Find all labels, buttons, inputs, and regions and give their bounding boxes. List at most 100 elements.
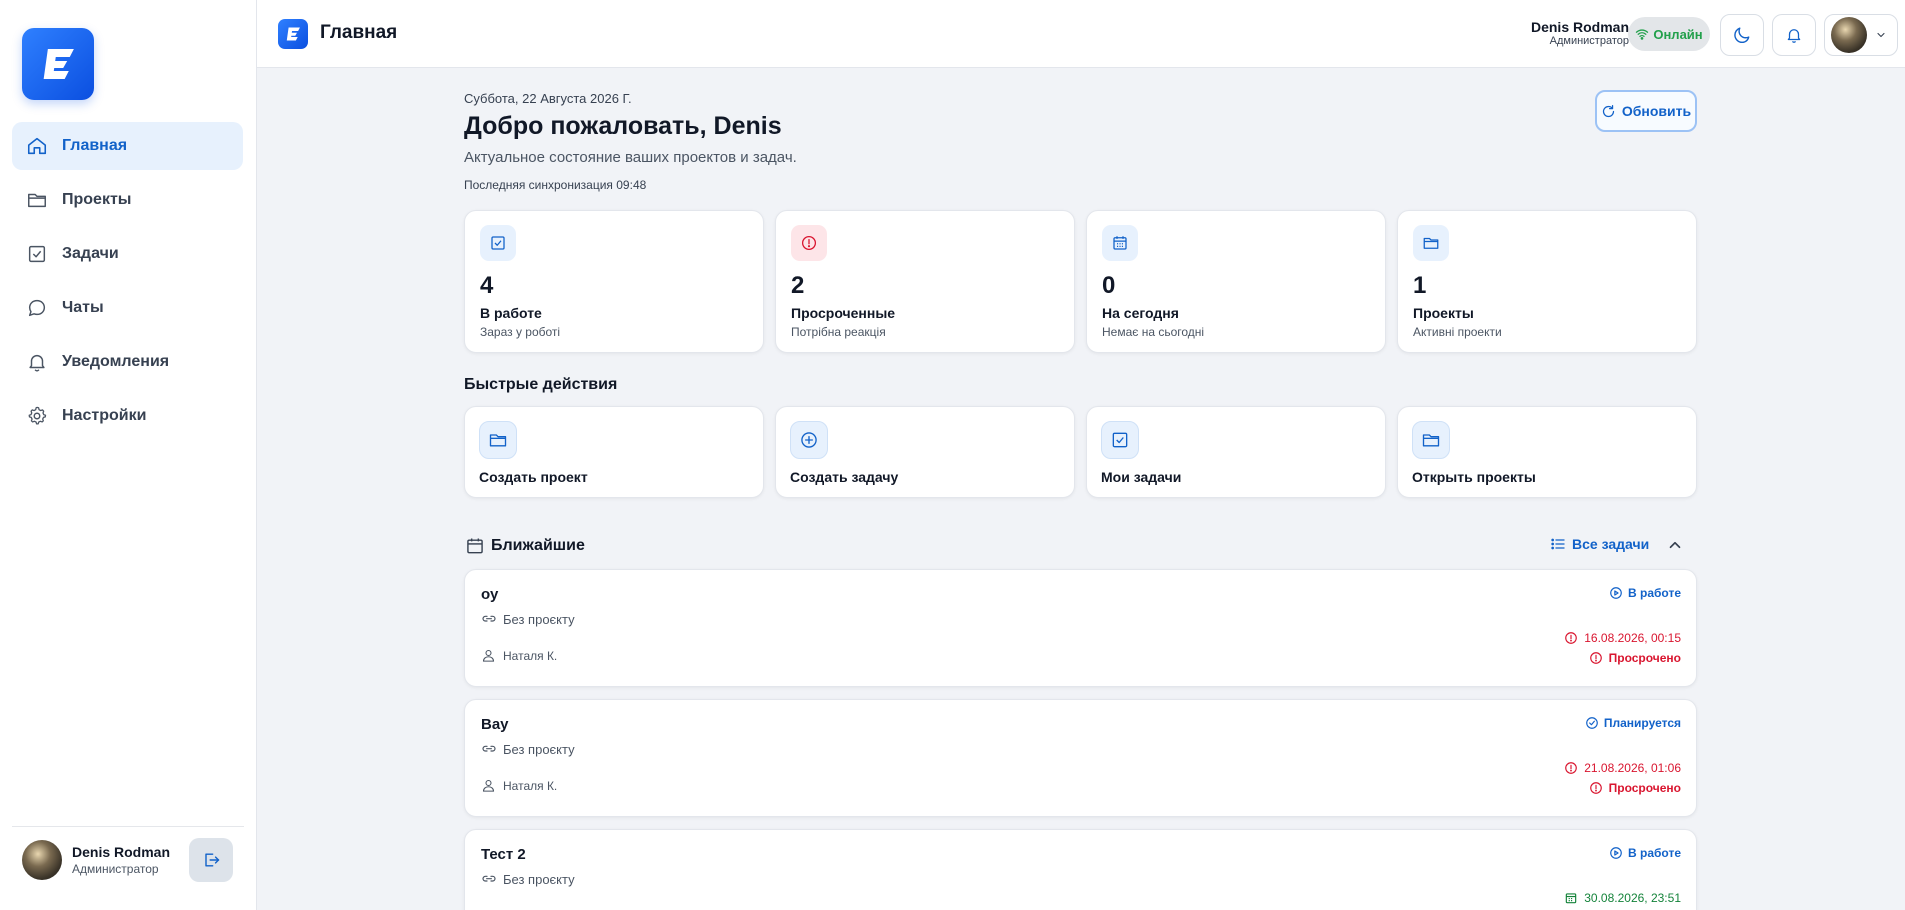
create-project-button[interactable]: Создать проект: [464, 406, 764, 498]
page-title: Главная: [320, 22, 398, 43]
task-due-date: 16.08.2026, 00:15: [1564, 631, 1681, 645]
folder-icon: [1423, 237, 1439, 249]
stat-card-in-progress[interactable]: 4 В работе Зараз у роботі: [464, 210, 764, 353]
user-role: Администратор: [1549, 35, 1629, 47]
calendar-icon: [1113, 236, 1127, 250]
action-label: Открыть проекты: [1412, 469, 1536, 485]
link-icon: [482, 615, 496, 622]
task-assignee: Наталя К.: [481, 648, 557, 663]
task-project: Без проєкту: [481, 611, 575, 627]
action-icon-wrap: [1412, 421, 1450, 459]
stat-icon-wrap: [791, 225, 827, 261]
sidebar-divider: [12, 826, 244, 827]
task-project-label: Без проєкту: [503, 611, 575, 627]
create-task-button[interactable]: Создать задачу: [775, 406, 1075, 498]
sidebar-item-chats[interactable]: Чаты: [12, 284, 243, 332]
sidebar-item-label: Настройки: [62, 407, 147, 424]
stat-label: На сегодня: [1102, 305, 1179, 321]
task-assignee-name: Наталя К.: [503, 648, 558, 663]
stat-card-projects[interactable]: 1 Проекты Активні проекти: [1397, 210, 1697, 353]
task-status-label: В работе: [1628, 846, 1681, 860]
task-assignee-name: Наталя К.: [503, 778, 558, 793]
task-project-label: Без проєкту: [503, 871, 575, 887]
checkbox-icon: [1112, 432, 1128, 448]
sidebar-user[interactable]: Denis Rodman Администратор: [22, 840, 170, 880]
sidebar-item-label: Главная: [62, 137, 128, 154]
notifications-button[interactable]: [1772, 14, 1816, 56]
stat-icon-wrap: [1102, 225, 1138, 261]
action-icon-wrap: [790, 421, 828, 459]
sidebar-item-label: Проекты: [62, 191, 132, 208]
theme-toggle-button[interactable]: [1720, 14, 1764, 56]
refresh-button[interactable]: Обновить: [1595, 90, 1697, 132]
action-label: Создать задачу: [790, 469, 899, 485]
sidebar-item-notifications[interactable]: Уведомления: [12, 338, 243, 386]
stat-label: Проекты: [1413, 305, 1474, 321]
task-status-label: В работе: [1628, 586, 1681, 600]
stat-icon-wrap: [1413, 225, 1449, 261]
online-status-badge: Онлайн: [1628, 17, 1710, 51]
user-menu-button[interactable]: [1824, 14, 1898, 56]
my-tasks-button[interactable]: Мои задачи: [1086, 406, 1386, 498]
user-name: Denis Rodman: [72, 844, 171, 860]
alert-icon: [1589, 782, 1602, 794]
stat-value: 2: [791, 272, 805, 299]
action-icon-wrap: [479, 421, 517, 459]
check-circle-icon: [1586, 717, 1598, 729]
task-overdue-label: Просрочено: [1608, 651, 1681, 665]
current-date: Суббота, 22 Августа 2026 Г.: [464, 91, 632, 106]
task-card[interactable]: Вау Без проєкту Наталя К. Планируется 21…: [464, 699, 1697, 817]
all-tasks-link[interactable]: Все задачи: [1550, 536, 1649, 552]
stat-subtext: Немає на сьогодні: [1102, 325, 1205, 339]
sidebar-item-label: Уведомления: [62, 353, 170, 370]
sidebar-item-home[interactable]: Главная: [12, 122, 243, 170]
user-icon: [482, 649, 495, 662]
quick-actions-title: Быстрые действия: [464, 376, 618, 393]
user-icon: [482, 779, 495, 792]
app-logo[interactable]: [22, 28, 94, 100]
stat-card-today[interactable]: 0 На сегодня Немає на сьогодні: [1086, 210, 1386, 353]
sidebar-item-settings[interactable]: Настройки: [12, 392, 243, 440]
stat-subtext: Потрібна реакція: [791, 325, 886, 339]
collapse-button[interactable]: [1666, 536, 1684, 559]
task-date-label: 30.08.2026, 23:51: [1584, 891, 1681, 905]
sidebar-item-projects[interactable]: Проекты: [12, 176, 243, 224]
avatar: [22, 840, 62, 880]
checkbox-icon: [491, 236, 505, 250]
task-project: Без проєкту: [481, 741, 575, 757]
task-card[interactable]: оу Без проєкту Наталя К. В работе 16.08.…: [464, 569, 1697, 687]
sidebar-nav: Главная Проекты Задачи Чаты Уведомления: [12, 122, 243, 446]
sidebar-item-tasks[interactable]: Задачи: [12, 230, 243, 278]
task-due-date: 21.08.2026, 01:06: [1564, 761, 1681, 775]
folder-icon: [489, 434, 507, 447]
play-circle-icon: [1610, 587, 1622, 599]
open-projects-button[interactable]: Открыть проекты: [1397, 406, 1697, 498]
top-header: Главная Denis Rodman Администратор Онлай…: [257, 0, 1905, 68]
online-label: Онлайн: [1653, 26, 1703, 42]
task-date-label: 21.08.2026, 01:06: [1584, 761, 1681, 775]
task-status-badge: В работе: [1609, 846, 1681, 860]
action-icon-wrap: [1101, 421, 1139, 459]
task-card[interactable]: Тест 2 Без проєкту В работе 30.08.2026, …: [464, 829, 1697, 910]
header-user-info: Denis Rodman Администратор: [1531, 19, 1629, 47]
alert-icon: [1589, 652, 1602, 664]
calendar-icon: [1565, 893, 1577, 904]
task-due-date: 30.08.2026, 23:51: [1564, 891, 1681, 905]
header-logo[interactable]: [278, 19, 308, 49]
sidebar-item-label: Задачи: [62, 245, 119, 262]
task-project-label: Без проєкту: [503, 741, 575, 757]
task-status-badge: Планируется: [1585, 716, 1681, 730]
stat-value: 4: [480, 272, 494, 299]
moon-icon: [1734, 27, 1750, 44]
folder-icon: [26, 189, 48, 211]
stat-card-overdue[interactable]: 2 Просроченные Потрібна реакція: [775, 210, 1075, 353]
task-date-label: 16.08.2026, 00:15: [1584, 631, 1681, 645]
home-icon: [26, 135, 48, 157]
chevron-down-icon: [1877, 32, 1885, 38]
sidebar: Главная Проекты Задачи Чаты Уведомления: [0, 0, 257, 910]
task-title: оу: [481, 586, 499, 603]
user-role: Администратор: [72, 862, 159, 876]
sidebar-item-label: Чаты: [62, 299, 104, 316]
logout-button[interactable]: [189, 838, 233, 882]
alert-icon: [1565, 762, 1578, 774]
